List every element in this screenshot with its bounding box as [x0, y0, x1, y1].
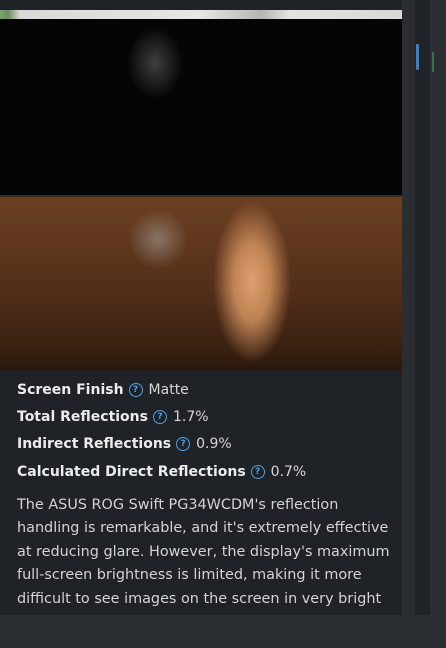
spec-row-total-reflections: Total Reflections ? 1.7%: [17, 403, 397, 430]
spec-label: Total Reflections: [17, 408, 148, 425]
spec-value: 1.7%: [172, 408, 209, 425]
spec-value: 0.7%: [270, 463, 307, 480]
spec-row-direct-reflections: Calculated Direct Reflections ? 0.7%: [17, 458, 397, 485]
scrollbar-thumb[interactable]: [416, 44, 419, 70]
help-icon[interactable]: ?: [152, 409, 167, 424]
panel-edge: [430, 0, 432, 615]
spec-value: Matte: [148, 381, 189, 398]
spec-label: Indirect Reflections: [17, 436, 172, 453]
spec-value: 0.9%: [196, 436, 232, 453]
spec-row-screen-finish: Screen Finish ? Matte: [17, 376, 397, 403]
photo-top-strip: [0, 10, 402, 19]
reflection-photo-lit-room[interactable]: [0, 197, 402, 370]
spec-list: Screen Finish ? Matte Total Reflections …: [17, 376, 397, 485]
help-icon[interactable]: ?: [176, 437, 191, 452]
review-description: The ASUS ROG Swift PG34WCDM's reflection…: [17, 497, 390, 615]
help-icon[interactable]: ?: [250, 464, 265, 479]
reflection-photo-dark-room[interactable]: [0, 19, 402, 195]
review-card: Screen Finish ? Matte Total Reflections …: [0, 0, 402, 615]
scrollbar-track[interactable]: [415, 0, 431, 615]
help-icon[interactable]: ?: [128, 382, 143, 397]
spec-label: Calculated Direct Reflections: [17, 463, 246, 480]
panel-edge-accent: [432, 52, 434, 72]
spec-label: Screen Finish: [17, 381, 124, 398]
spec-row-indirect-reflections: Indirect Reflections ? 0.9%: [17, 431, 397, 458]
page-background-bottom: [0, 615, 446, 648]
